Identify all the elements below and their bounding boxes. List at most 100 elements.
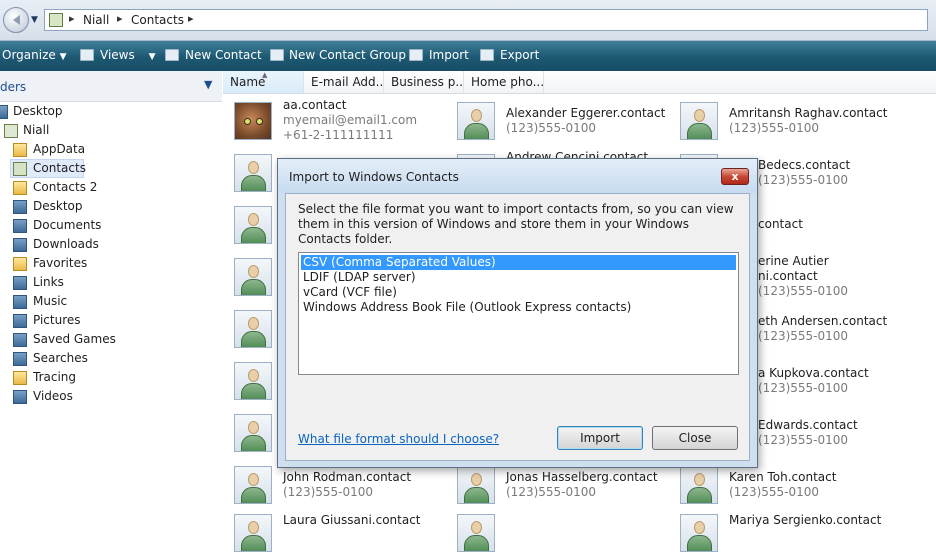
recent-pages-dropdown[interactable]: ▼ — [31, 15, 38, 25]
views-icon — [80, 49, 94, 61]
dialog-description: Select the file format you want to impor… — [298, 202, 734, 246]
contact-avatar-icon — [234, 310, 272, 348]
dialog-close-icon[interactable]: x — [721, 168, 749, 185]
close-dialog-button[interactable]: Close — [652, 426, 738, 450]
folder-icon — [13, 143, 27, 157]
tree-item-label: Contacts 2 — [33, 180, 98, 194]
format-option-wab[interactable]: Windows Address Book File (Outlook Expre… — [301, 300, 631, 315]
contacts-location-icon — [49, 13, 63, 27]
contact-avatar-icon — [234, 414, 272, 452]
tree-item-downloads[interactable]: Downloads — [0, 235, 150, 254]
tree-item-music[interactable]: Music — [0, 292, 150, 311]
column-home-phone[interactable]: Home pho... — [464, 71, 544, 93]
views-dropdown-icon: ▼ — [148, 52, 156, 62]
music-folder-icon — [13, 295, 27, 309]
desktop-folder-icon — [13, 200, 27, 214]
column-email[interactable]: E-mail Add... — [304, 71, 384, 93]
contact-tile[interactable] — [446, 506, 666, 558]
contact-tile-aa[interactable]: aa.contact myemail@email1.com +61-2-1111… — [223, 98, 443, 150]
contact-phone: (123)555-0100 — [506, 485, 597, 499]
tree-item-links[interactable]: Links — [0, 273, 150, 292]
contact-phone: +61-2-111111111 — [283, 128, 394, 142]
searches-folder-icon — [13, 352, 27, 366]
format-option-csv[interactable]: CSV (Comma Separated Values) — [301, 255, 736, 270]
format-option-ldif[interactable]: LDIF (LDAP server) — [301, 270, 416, 285]
format-option-vcard[interactable]: vCard (VCF file) — [301, 285, 397, 300]
contact-avatar-icon — [234, 154, 272, 192]
import-dialog: Import to Windows Contacts x Select the … — [277, 158, 758, 468]
pictures-folder-icon — [13, 314, 27, 328]
breadcrumb-contacts[interactable]: Contacts — [131, 13, 184, 27]
new-contact-icon — [165, 49, 179, 61]
tree-item-niall[interactable]: Niall — [0, 121, 150, 140]
tree-item-label: Music — [33, 294, 68, 308]
file-format-list[interactable]: CSV (Comma Separated Values) LDIF (LDAP … — [298, 252, 739, 375]
contact-avatar-icon — [457, 514, 495, 552]
contact-name: Mariya Sergienko.contact — [729, 513, 882, 527]
contact-avatar-icon — [680, 514, 718, 552]
contact-phone: (123)555-0100 — [758, 173, 849, 187]
import-icon — [409, 49, 423, 61]
tree-item-desktop[interactable]: Desktop — [0, 197, 150, 216]
import-button[interactable]: Import — [429, 48, 469, 62]
new-contact-button[interactable]: New Contact — [185, 48, 262, 62]
tree-item-desktop-root[interactable]: Desktop — [0, 102, 150, 121]
breadcrumb-separator-icon[interactable]: ▸ — [188, 12, 194, 25]
contact-name: eth Andersen.contact — [758, 314, 888, 328]
dialog-title: Import to Windows Contacts — [289, 170, 459, 184]
column-business-phone[interactable]: Business p... — [384, 71, 464, 93]
export-icon — [480, 49, 494, 61]
tree-item-label: Searches — [33, 351, 88, 365]
links-folder-icon — [13, 276, 27, 290]
contact-name: Laura Giussani.contact — [283, 513, 421, 527]
chevron-down-icon[interactable]: ▼ — [204, 78, 212, 91]
breadcrumb-separator-icon[interactable]: ▸ — [69, 12, 75, 25]
contact-avatar-icon — [234, 466, 272, 504]
organize-dropdown-icon: ▼ — [59, 52, 67, 62]
organize-button[interactable]: Organize ▼ — [2, 48, 67, 62]
contact-phone: (123)555-0100 — [729, 485, 820, 499]
tree-item-label: Desktop — [13, 104, 63, 118]
contact-tile-amritansh[interactable]: Amritansh Raghav.contact (123)555-0100 — [669, 98, 889, 150]
file-format-help-link[interactable]: What file format should I choose? — [298, 432, 499, 446]
contact-tile-alexander[interactable]: Alexander Eggerer.contact (123)555-0100 — [446, 98, 666, 150]
tree-item-label: Downloads — [33, 237, 99, 251]
favorites-folder-icon — [13, 257, 27, 271]
import-dialog-button[interactable]: Import — [557, 426, 643, 450]
tree-item-label: Pictures — [33, 313, 81, 327]
folders-header[interactable]: ders ▼ — [0, 71, 222, 102]
contacts-folder-icon — [13, 162, 27, 176]
tree-item-searches[interactable]: Searches — [0, 349, 150, 368]
navigation-pane: ders ▼ Desktop Niall AppData Contacts Co… — [0, 71, 222, 527]
contact-phone: (123)555-0100 — [506, 121, 597, 135]
contact-name-line2: ni.contact — [758, 269, 818, 283]
contact-avatar-icon — [680, 102, 718, 140]
tree-item-pictures[interactable]: Pictures — [0, 311, 150, 330]
contact-email: myemail@email1.com — [283, 113, 418, 127]
desktop-icon — [0, 105, 8, 119]
contact-avatar-icon — [457, 102, 495, 140]
tree-item-videos[interactable]: Videos — [0, 387, 150, 406]
contact-name: John Rodman.contact — [283, 470, 412, 484]
back-button[interactable] — [3, 7, 29, 33]
tree-item-favorites[interactable]: Favorites — [0, 254, 150, 273]
tree-item-contacts[interactable]: Contacts — [10, 159, 86, 178]
folder-icon — [13, 181, 27, 195]
contact-phone: (123)555-0100 — [758, 329, 849, 343]
breadcrumb-niall[interactable]: Niall — [83, 13, 109, 27]
tree-item-contacts-2[interactable]: Contacts 2 — [0, 178, 150, 197]
address-box[interactable]: ▸ Niall ▸ Contacts ▸ — [44, 9, 928, 31]
tree-item-saved-games[interactable]: Saved Games — [0, 330, 150, 349]
breadcrumb-separator-icon[interactable]: ▸ — [117, 12, 123, 25]
dialog-title-bar[interactable]: Import to Windows Contacts x — [278, 159, 757, 193]
contact-name: Bedecs.contact — [758, 158, 851, 172]
contact-tile-sergienko[interactable]: Mariya Sergienko.contact — [669, 506, 889, 558]
export-button[interactable]: Export — [500, 48, 539, 62]
contact-tile-giussani[interactable]: Laura Giussani.contact — [223, 506, 443, 558]
documents-folder-icon — [13, 219, 27, 233]
tree-item-tracing[interactable]: Tracing — [0, 368, 150, 387]
new-contact-group-button[interactable]: New Contact Group — [289, 48, 406, 62]
tree-item-documents[interactable]: Documents — [0, 216, 150, 235]
views-button[interactable]: Views ▼ — [100, 48, 155, 62]
tree-item-appdata[interactable]: AppData — [0, 140, 150, 159]
